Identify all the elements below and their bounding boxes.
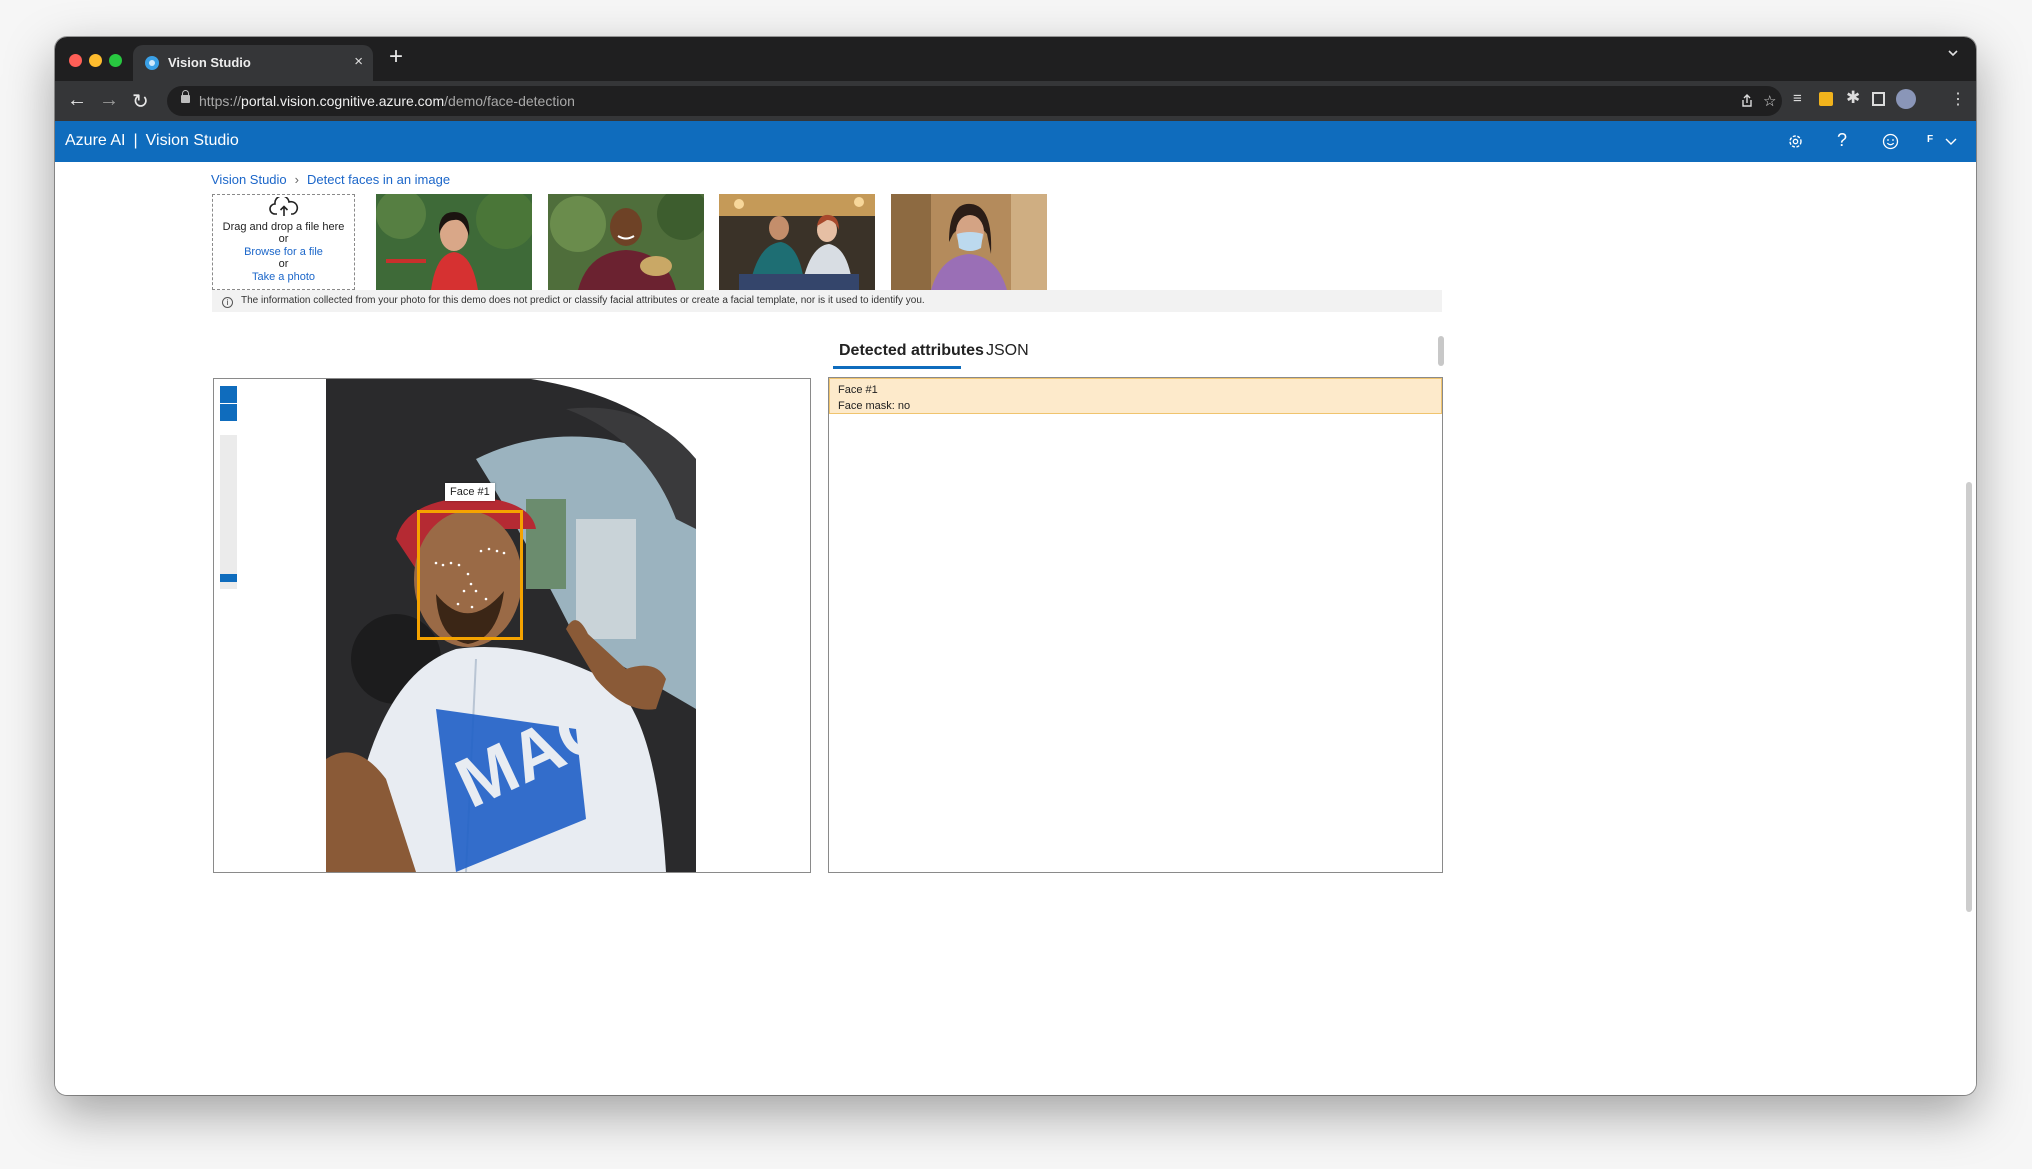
detected-attributes-panel: Face #1 Face mask: no bbox=[828, 377, 1443, 873]
cloud-upload-icon bbox=[268, 195, 298, 216]
file-dropzone[interactable]: Drag and drop a file here or Browse for … bbox=[212, 194, 355, 290]
new-tab-button[interactable]: + bbox=[389, 43, 403, 71]
or-text-2: or bbox=[278, 258, 289, 270]
zoom-in-button[interactable] bbox=[220, 386, 237, 403]
brand-name: Azure AI bbox=[65, 132, 126, 149]
face-result-title: Face #1 bbox=[838, 384, 878, 396]
face-mask-result: Face mask: no bbox=[838, 400, 911, 412]
user-initial[interactable]: F bbox=[1927, 134, 1933, 145]
feedback-smiley-icon[interactable] bbox=[1882, 133, 1899, 150]
zoom-out-button[interactable] bbox=[220, 404, 237, 421]
sample-image-2[interactable] bbox=[548, 194, 704, 290]
back-button[interactable]: ← bbox=[67, 89, 87, 112]
zoom-slider-track[interactable] bbox=[220, 435, 237, 589]
info-icon: i bbox=[222, 297, 233, 308]
tab-bar: Vision Studio × + bbox=[55, 37, 1976, 81]
tab-title: Vision Studio bbox=[168, 55, 251, 70]
browser-window: Vision Studio × + ← → ↻ https://portal.v… bbox=[55, 37, 1976, 1095]
zoom-window-button[interactable] bbox=[109, 54, 122, 67]
lock-icon bbox=[181, 90, 190, 103]
breadcrumb: Vision Studio › Detect faces in an image bbox=[211, 172, 450, 187]
bookmark-star-icon[interactable]: ☆ bbox=[1763, 92, 1776, 110]
sample-image-3[interactable] bbox=[719, 194, 875, 290]
zoom-slider-thumb[interactable] bbox=[220, 574, 237, 582]
tab-close-icon[interactable]: × bbox=[354, 53, 363, 70]
active-tab-indicator bbox=[833, 366, 961, 369]
tab-detected-attributes[interactable]: Detected attributes bbox=[839, 342, 984, 360]
privacy-notice: i The information collected from your pho… bbox=[212, 290, 1442, 312]
breadcrumb-chevron-icon: › bbox=[294, 172, 299, 187]
notes-extension-icon[interactable] bbox=[1819, 92, 1833, 106]
forward-button[interactable]: → bbox=[99, 89, 119, 112]
breadcrumb-home-link[interactable]: Vision Studio bbox=[211, 172, 287, 187]
product-name: Vision Studio bbox=[145, 132, 239, 149]
reload-button[interactable]: ↻ bbox=[132, 89, 149, 114]
or-text: or bbox=[278, 233, 289, 245]
face-box-label: Face #1 bbox=[445, 483, 495, 501]
url-text: https://portal.vision.cognitive.azure.co… bbox=[199, 93, 575, 109]
tab-json[interactable]: JSON bbox=[986, 342, 1029, 360]
face-bounding-box[interactable] bbox=[417, 510, 523, 640]
address-bar[interactable]: https://portal.vision.cognitive.azure.co… bbox=[167, 86, 1782, 116]
vision-studio-favicon-icon bbox=[145, 56, 159, 70]
app-header: Azure AI | Vision Studio ? F bbox=[55, 121, 1976, 162]
brand-separator: | bbox=[133, 132, 138, 149]
browser-menu-icon[interactable]: ⋮ bbox=[1950, 89, 1966, 109]
browse-file-link[interactable]: Browse for a file bbox=[213, 246, 354, 259]
extensions-puzzle-icon[interactable]: ✱ bbox=[1846, 88, 1860, 108]
results-scrollbar[interactable] bbox=[1438, 336, 1444, 366]
gear-icon[interactable] bbox=[1787, 133, 1804, 150]
share-icon[interactable] bbox=[1740, 94, 1754, 108]
page-content: Vision Studio › Detect faces in an image D… bbox=[55, 162, 1976, 1095]
help-icon[interactable]: ? bbox=[1837, 130, 1847, 151]
product-title[interactable]: Azure AI | Vision Studio bbox=[65, 132, 239, 150]
page-scrollbar[interactable] bbox=[1966, 482, 1972, 912]
tab-search-chevron-icon[interactable] bbox=[1948, 48, 1958, 58]
breadcrumb-current[interactable]: Detect faces in an image bbox=[307, 172, 450, 187]
browser-tab[interactable]: Vision Studio × bbox=[133, 45, 373, 81]
drag-drop-text: Drag and drop a file here bbox=[222, 220, 345, 233]
minimize-window-button[interactable] bbox=[89, 54, 102, 67]
side-panel-icon[interactable] bbox=[1872, 92, 1885, 106]
browser-toolbar: ← → ↻ https://portal.vision.cognitive.az… bbox=[55, 81, 1976, 121]
take-photo-link[interactable]: Take a photo bbox=[213, 271, 354, 284]
image-viewer: MAG Face #1 bbox=[213, 378, 811, 873]
sample-image-4[interactable] bbox=[891, 194, 1047, 290]
sample-image-1[interactable] bbox=[376, 194, 532, 290]
chevron-down-icon[interactable] bbox=[1945, 138, 1957, 146]
close-window-button[interactable] bbox=[69, 54, 82, 67]
reading-list-icon[interactable]: ≡ bbox=[1793, 90, 1802, 107]
face-result-card[interactable]: Face #1 Face mask: no bbox=[829, 378, 1442, 414]
profile-avatar[interactable] bbox=[1896, 89, 1916, 109]
privacy-notice-text: The information collected from your phot… bbox=[241, 295, 925, 306]
